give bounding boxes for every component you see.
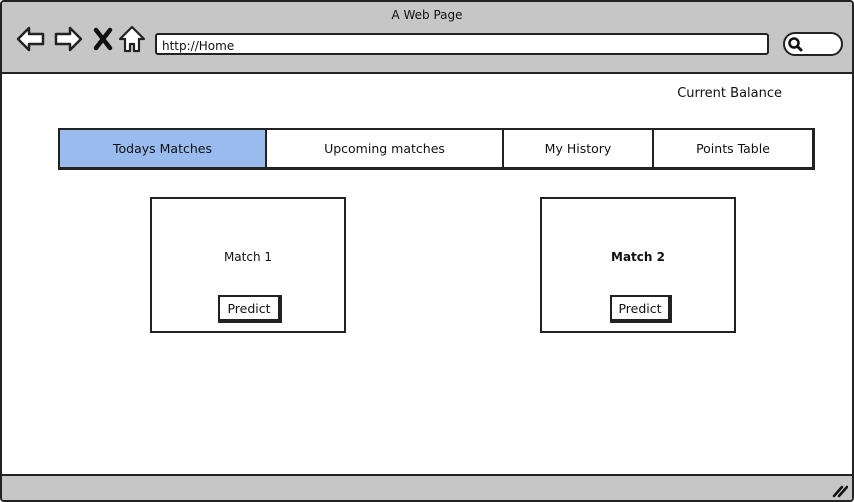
tab-upcoming-matches[interactable]: Upcoming matches xyxy=(267,130,504,167)
close-icon xyxy=(93,27,113,51)
match-card: Match 1 Predict xyxy=(150,197,346,333)
tab-todays-matches[interactable]: Todays Matches xyxy=(60,130,267,167)
match-card: Match 2 Predict xyxy=(540,197,736,333)
home-button[interactable] xyxy=(117,24,147,54)
match-title: Match 2 xyxy=(611,250,665,264)
window-title: A Web Page xyxy=(391,8,463,22)
current-balance-label: Current Balance xyxy=(677,86,782,101)
match-tabs: Todays Matches Upcoming matches My Histo… xyxy=(58,128,815,170)
browser-toolbar: A Web Page xyxy=(2,2,852,74)
match-title: Match 1 xyxy=(223,250,273,264)
predict-button[interactable]: Predict xyxy=(610,295,672,323)
arrow-left-icon xyxy=(16,26,45,52)
resize-grip-icon[interactable] xyxy=(832,484,848,498)
predict-button[interactable]: Predict xyxy=(218,295,282,323)
status-bar xyxy=(2,474,852,500)
back-button[interactable] xyxy=(16,24,46,54)
tab-my-history[interactable]: My History xyxy=(504,130,654,167)
tab-points-table[interactable]: Points Table xyxy=(654,130,812,167)
url-input[interactable] xyxy=(157,37,767,55)
search-button[interactable] xyxy=(783,32,843,56)
address-bar[interactable] xyxy=(155,33,769,55)
forward-button[interactable] xyxy=(53,24,83,54)
arrow-right-icon xyxy=(54,26,83,52)
home-icon xyxy=(118,25,146,53)
stop-button[interactable] xyxy=(88,24,118,54)
search-icon xyxy=(788,37,803,52)
browser-window: A Web Page http://Home Current Balance T… xyxy=(0,0,854,502)
